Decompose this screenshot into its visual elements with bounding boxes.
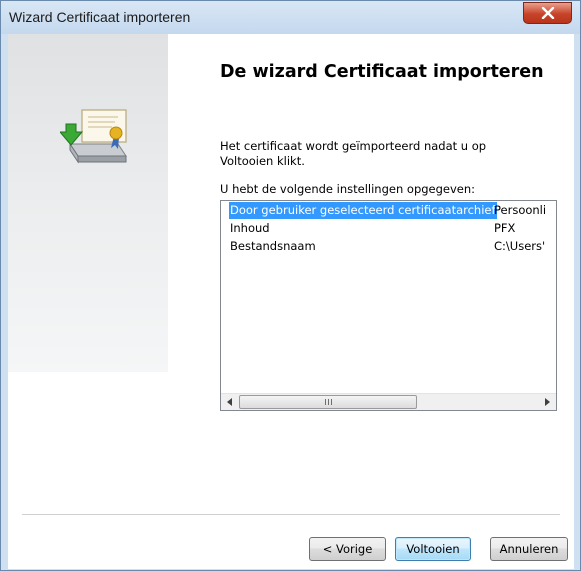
close-icon (541, 7, 554, 19)
title-bar[interactable]: Wizard Certificaat importeren (1, 1, 580, 34)
list-item-value: Persoonli (494, 203, 547, 217)
window-title: Wizard Certificaat importeren (9, 9, 191, 25)
list-item[interactable]: Bestandsnaam C:\Users' (221, 238, 556, 255)
close-button[interactable] (523, 2, 572, 24)
scroll-right-button[interactable] (539, 394, 556, 410)
scrollbar-thumb[interactable] (239, 395, 417, 409)
list-item[interactable]: Inhoud PFX (221, 220, 556, 237)
certificate-import-icon (60, 109, 127, 164)
wizard-page: De wizard Certificaat importeren Het cer… (8, 34, 574, 569)
scroll-right-arrow-icon (545, 398, 550, 406)
list-item-name: Door gebruiker geselecteerd certificaata… (229, 202, 497, 219)
horizontal-scrollbar[interactable] (221, 393, 556, 410)
cancel-button[interactable]: Annuleren (490, 537, 568, 561)
wizard-window: Wizard Certificaat importeren De wizard … (0, 0, 581, 571)
settings-list-label: U hebt de volgende instellingen opgegeve… (220, 182, 476, 196)
back-button[interactable]: < Vorige (309, 537, 386, 561)
finish-button[interactable]: Voltooien (395, 537, 471, 561)
scroll-left-arrow-icon (227, 398, 232, 406)
instruction-text: Het certificaat wordt geïmporteerd nadat… (220, 139, 487, 168)
list-item-name: Inhoud (230, 221, 270, 235)
scroll-grip-icon (324, 399, 332, 405)
list-item-name: Bestandsnaam (230, 239, 316, 253)
page-title: De wizard Certificaat importeren (220, 62, 544, 82)
scroll-left-button[interactable] (221, 394, 238, 410)
list-item-value: C:\Users' (494, 239, 546, 253)
settings-list[interactable]: Door gebruiker geselecteerd certificaata… (220, 200, 557, 411)
footer-separator (22, 514, 560, 516)
list-item-value: PFX (494, 221, 516, 235)
list-item[interactable]: Door gebruiker geselecteerd certificaata… (221, 202, 556, 219)
wizard-side-panel (8, 34, 168, 372)
